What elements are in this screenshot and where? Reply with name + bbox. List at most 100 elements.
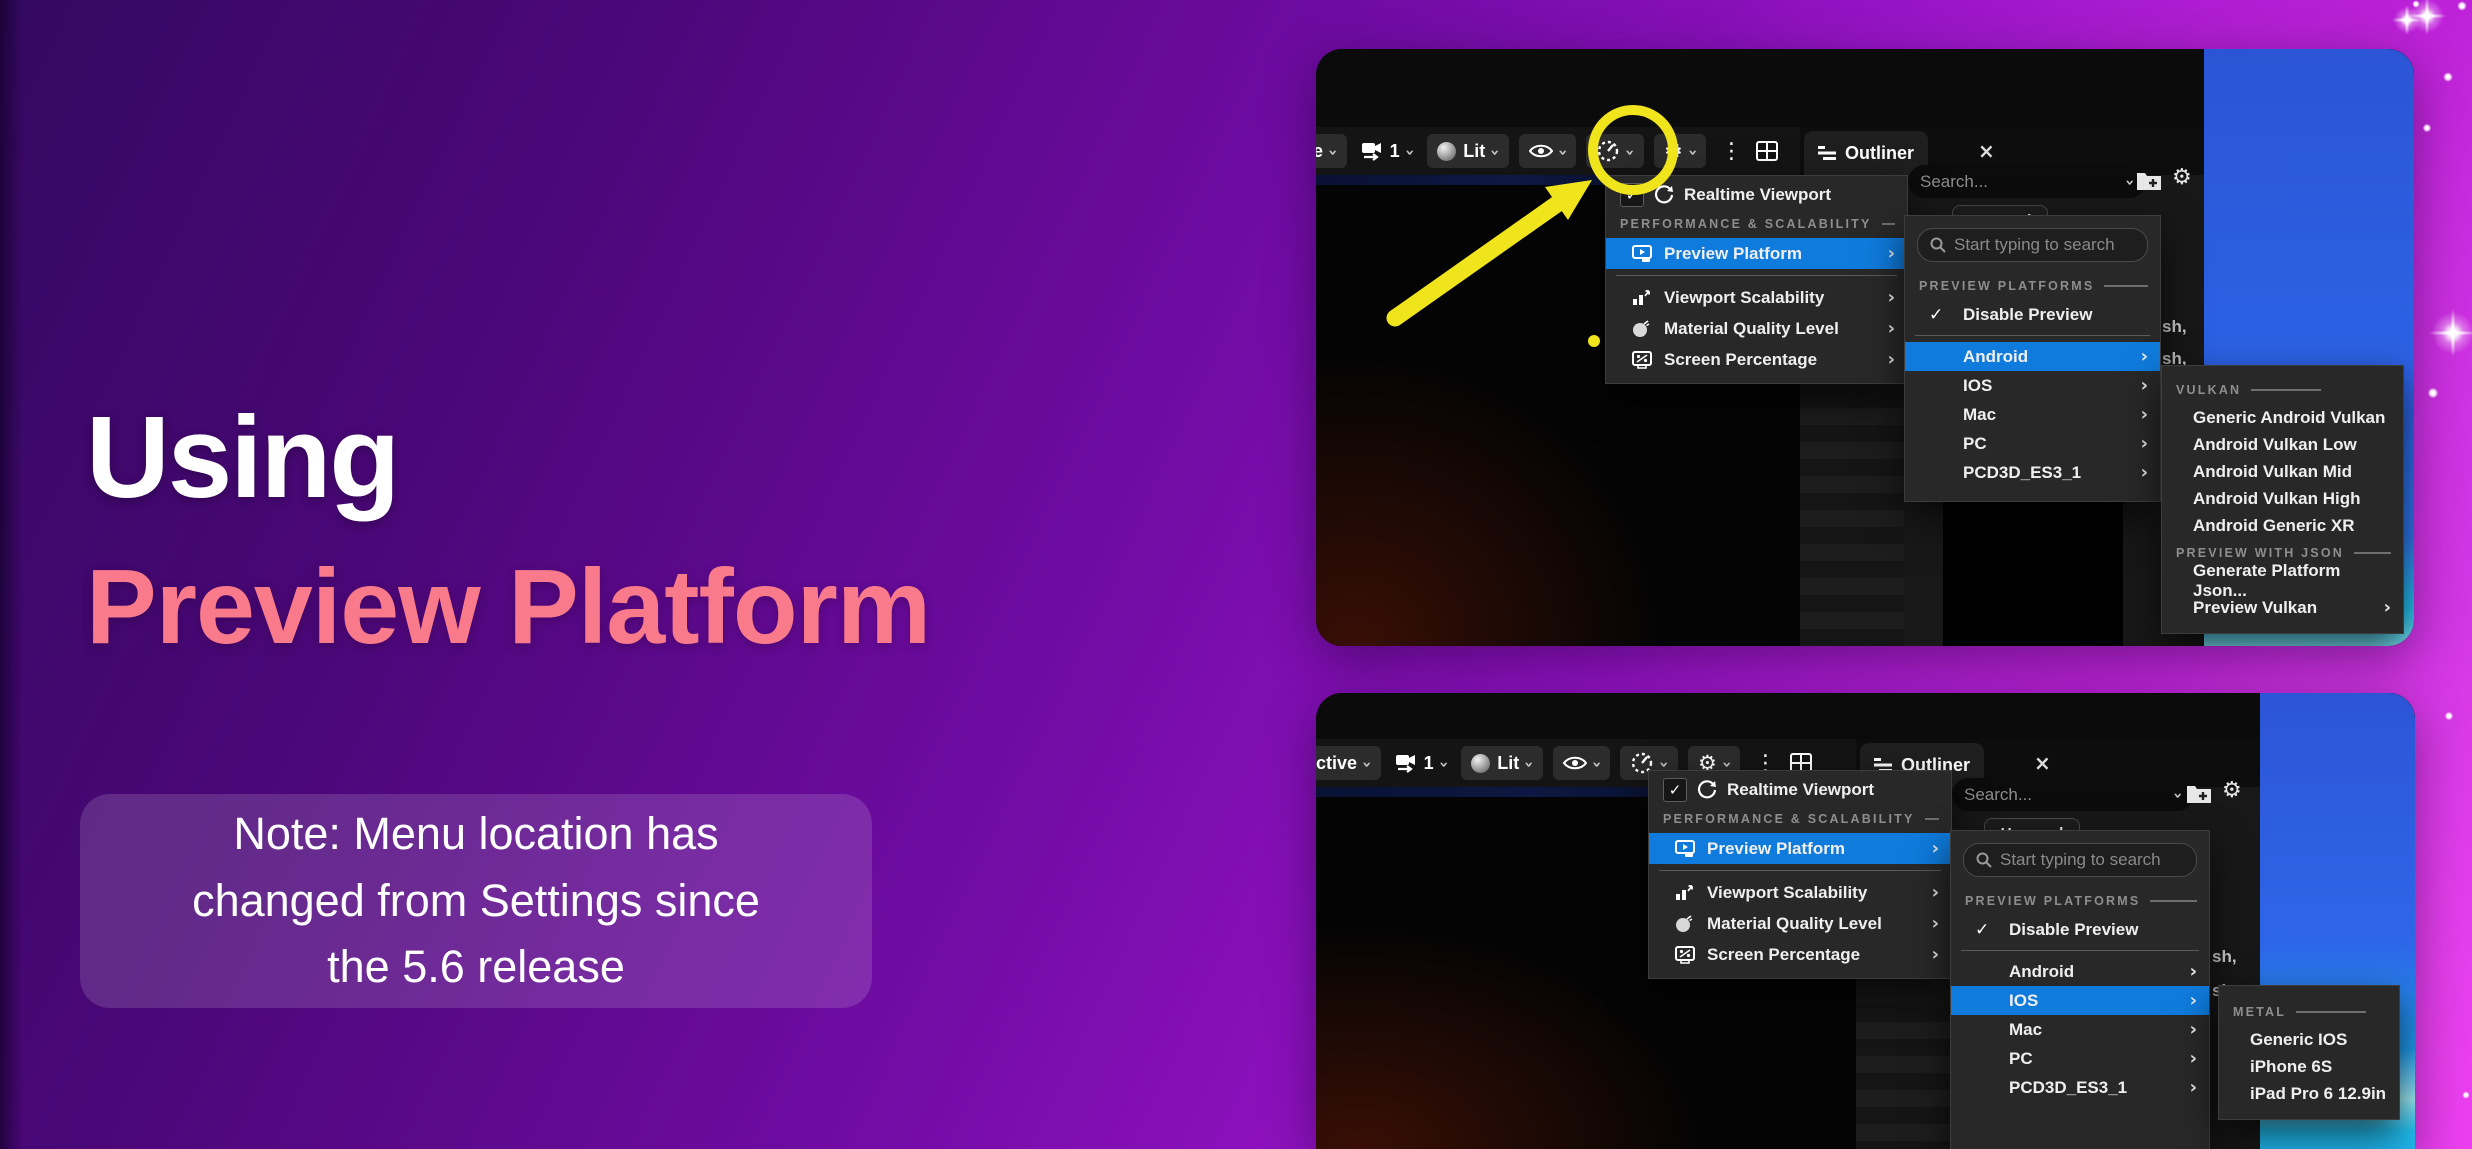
menu-item-disable-preview[interactable]: ✓ Disable Preview [1905, 300, 2160, 329]
chevron-right-icon: › [1888, 349, 1895, 370]
viewport-options-menu: ✓ Realtime Viewport PERFORMANCE & SCALAB… [1605, 175, 1908, 384]
menu-item-viewport-scalability[interactable]: Viewport Scalability › [1649, 877, 1951, 908]
ue-editor-screenshot-top: sh, sh, tive › 1 › Lit › › [1316, 49, 2414, 646]
material-sphere-icon [1675, 915, 1693, 933]
lit-mode-button[interactable]: Lit › [1461, 746, 1543, 780]
menu-item-generic-ios[interactable]: Generic IOS [2219, 1026, 2399, 1053]
chevron-right-icon: › [1932, 882, 1939, 903]
menu-label: Viewport Scalability [1664, 288, 1824, 308]
viewport-options-menu: ✓ Realtime Viewport PERFORMANCE & SCALAB… [1648, 770, 1952, 979]
platform-search-input[interactable]: Start typing to search [1917, 228, 2148, 262]
search-icon [1976, 852, 1992, 868]
checkbox-checked[interactable]: ✓ [1663, 778, 1687, 802]
chevron-down-icon: › [1520, 761, 1539, 768]
menu-item-android-vulkan-high[interactable]: Android Vulkan High [2162, 485, 2403, 512]
close-icon[interactable]: × [2034, 751, 2051, 775]
sparkle-icon [2423, 124, 2431, 132]
menu-item-realtime-viewport[interactable]: ✓ Realtime Viewport [1606, 180, 1907, 210]
check-icon: ✓ [1975, 920, 1989, 940]
menu-item-material-quality[interactable]: Material Quality Level › [1649, 908, 1951, 939]
menu-label: Realtime Viewport [1727, 780, 1874, 800]
perspective-label: erspective [1316, 753, 1357, 774]
menu-item-realtime-viewport[interactable]: ✓ Realtime Viewport [1649, 775, 1951, 805]
lit-mode-button[interactable]: Lit › [1427, 134, 1509, 168]
menu-label: Android Vulkan Low [2193, 435, 2357, 455]
ue-editor-screenshot-bottom: sh, sh, erspective › 1 › Lit › › [1316, 693, 2415, 1149]
menu-item-android-generic-xr[interactable]: Android Generic XR [2162, 512, 2403, 539]
sparkle-icon [2392, 5, 2422, 35]
chevron-down-icon: › [1486, 149, 1505, 156]
tab-outliner[interactable]: Outliner [1804, 131, 1928, 175]
layout-grid-icon[interactable] [1756, 141, 1778, 161]
menu-divider [1961, 950, 2199, 951]
performance-preview-button[interactable]: › [1586, 134, 1644, 168]
menu-item-android[interactable]: Android › [1951, 957, 2209, 986]
gear-icon: ⚙ [1664, 139, 1683, 163]
menu-item-preview-platform[interactable]: Preview Platform › [1606, 238, 1907, 269]
menu-label: IOS [1963, 376, 1992, 396]
outliner-search-input[interactable]: Search... › [1952, 778, 2194, 811]
menu-item-android-vulkan-mid[interactable]: Android Vulkan Mid [2162, 458, 2403, 485]
chevron-right-icon: › [2141, 346, 2148, 367]
outliner-rows [1800, 391, 1904, 646]
menu-item-preview-platform[interactable]: Preview Platform › [1649, 833, 1951, 864]
chevron-down-icon: › [1324, 149, 1343, 156]
chevron-right-icon: › [2190, 1077, 2197, 1098]
android-vulkan-submenu: VULKAN Generic Android Vulkan Android Vu… [2161, 365, 2404, 634]
search-placeholder: Search... [1920, 172, 1988, 192]
sparkle-icon [2463, 1092, 2470, 1099]
gear-icon[interactable]: ⚙ [2222, 778, 2242, 803]
menu-label: Preview Vulkan [2193, 598, 2317, 618]
add-folder-icon[interactable] [2186, 782, 2212, 804]
page-title: Using Preview Platform [86, 396, 930, 663]
menu-item-pcd3d[interactable]: PCD3D_ES3_1 › [1951, 1073, 2209, 1102]
lit-label: Lit [1497, 753, 1519, 774]
outliner-search-input[interactable]: Search... › [1908, 165, 2146, 198]
more-options-icon[interactable]: ⋮ [1720, 139, 1742, 164]
show-flags-button[interactable]: › [1553, 746, 1611, 780]
menu-label: iPad Pro 6 12.9in [2250, 1084, 2386, 1104]
menu-item-mac[interactable]: Mac › [1905, 400, 2160, 429]
menu-item-screen-percentage[interactable]: Screen Percentage › [1606, 344, 1907, 375]
menu-item-screen-percentage[interactable]: Screen Percentage › [1649, 939, 1951, 970]
close-icon[interactable]: × [1978, 139, 1995, 163]
check-icon: ✓ [1669, 781, 1682, 799]
gear-icon[interactable]: ⚙ [2172, 165, 2192, 190]
perspective-button[interactable]: tive › [1316, 134, 1347, 168]
platform-search-input[interactable]: Start typing to search [1963, 843, 2197, 877]
menu-item-preview-vulkan[interactable]: Preview Vulkan › [2162, 594, 2403, 621]
menu-item-pc[interactable]: PC › [1951, 1044, 2209, 1073]
camera-speed-button[interactable]: 1 › [1391, 746, 1452, 780]
menu-item-android-vulkan-low[interactable]: Android Vulkan Low [2162, 431, 2403, 458]
add-folder-icon[interactable] [2136, 169, 2162, 191]
search-placeholder: Search... [1964, 785, 2032, 805]
menu-item-pcd3d[interactable]: PCD3D_ES3_1 › [1905, 458, 2160, 487]
show-flags-button[interactable]: › [1519, 134, 1577, 168]
menu-label: Generic IOS [2250, 1030, 2347, 1050]
menu-item-ipad-pro[interactable]: iPad Pro 6 12.9in [2219, 1080, 2399, 1107]
menu-item-ios[interactable]: IOS › [1905, 371, 2160, 400]
viewport-settings-button[interactable]: ⚙ › [1654, 134, 1706, 168]
menu-item-pc[interactable]: PC › [1905, 429, 2160, 458]
menu-item-material-quality[interactable]: Material Quality Level › [1606, 313, 1907, 344]
menu-item-viewport-scalability[interactable]: Viewport Scalability › [1606, 282, 1907, 313]
menu-section-preview-platforms: PREVIEW PLATFORMS [1951, 887, 2209, 915]
perspective-button[interactable]: erspective › [1316, 746, 1381, 780]
outliner-row-label: sh, [2212, 947, 2237, 967]
menu-label: IOS [2009, 991, 2038, 1011]
preview-platform-icon [1632, 245, 1652, 263]
menu-item-generate-platform-json[interactable]: Generate Platform Json... [2162, 567, 2403, 594]
eye-icon [1563, 755, 1587, 771]
menu-item-generic-android-vulkan[interactable]: Generic Android Vulkan [2162, 404, 2403, 431]
menu-section-performance: PERFORMANCE & SCALABILITY [1649, 805, 1951, 833]
checkbox-checked[interactable]: ✓ [1620, 183, 1644, 207]
menu-item-android[interactable]: Android › [1905, 342, 2160, 371]
menu-item-iphone-6s[interactable]: iPhone 6S [2219, 1053, 2399, 1080]
menu-item-disable-preview[interactable]: ✓ Disable Preview [1951, 915, 2209, 944]
menu-item-ios[interactable]: IOS › [1951, 986, 2209, 1015]
camera-speed-button[interactable]: 1 › [1357, 134, 1418, 168]
menu-divider [1915, 335, 2150, 336]
chevron-down-icon: › [1554, 149, 1573, 156]
menu-label: Preview Platform [1664, 244, 1802, 264]
menu-item-mac[interactable]: Mac › [1951, 1015, 2209, 1044]
